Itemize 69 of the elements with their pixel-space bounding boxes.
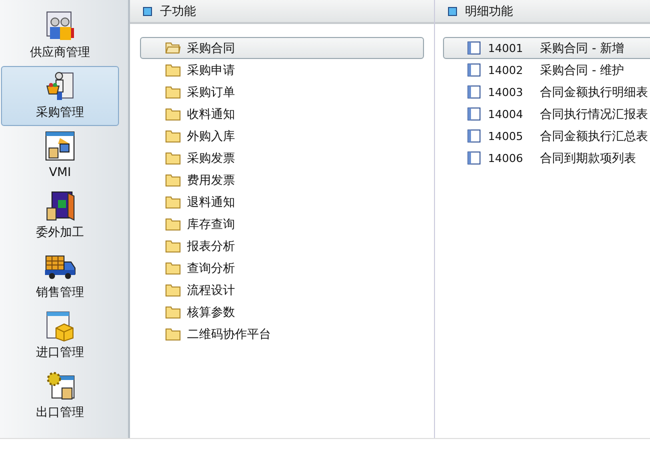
function-name: 合同执行情况汇报表 <box>540 106 648 122</box>
document-icon <box>466 107 482 121</box>
gear-icon <box>44 370 76 402</box>
folder-item[interactable]: 二维码协作平台 <box>140 323 424 345</box>
function-item[interactable]: 14002 采购合同 - 维护 <box>443 59 650 81</box>
function-name: 采购合同 - 新增 <box>540 40 624 56</box>
house-icon <box>44 130 76 162</box>
folder-icon <box>165 283 181 297</box>
function-item[interactable]: 14001 采购合同 - 新增 <box>443 37 650 59</box>
folder-item[interactable]: 库存查询 <box>140 213 424 235</box>
function-item[interactable]: 14004 合同执行情况汇报表 <box>443 103 650 125</box>
folder-icon <box>165 217 181 231</box>
folder-item[interactable]: 采购申请 <box>140 59 424 81</box>
document-icon <box>466 63 482 77</box>
sidebar-item[interactable]: VMI <box>1 126 119 186</box>
document-icon <box>466 41 482 55</box>
sidebar-item[interactable]: 供应商管理 <box>1 6 119 66</box>
folder-icon <box>165 261 181 275</box>
folder-icon <box>165 195 181 209</box>
shopper-icon <box>44 70 76 102</box>
function-name: 采购合同 - 维护 <box>540 62 624 78</box>
door-icon <box>44 190 76 222</box>
function-item[interactable]: 14005 合同金额执行汇总表 <box>443 125 650 147</box>
open-folder-icon <box>165 41 181 55</box>
people-icon <box>44 10 76 42</box>
sidebar-item[interactable]: 销售管理 <box>1 246 119 306</box>
folder-item[interactable]: 报表分析 <box>140 235 424 257</box>
folder-item[interactable]: 费用发票 <box>140 169 424 191</box>
function-name: 合同金额执行明细表 <box>540 84 648 100</box>
document-icon <box>466 129 482 143</box>
function-code: 14005 <box>488 130 524 142</box>
folder-item[interactable]: 采购合同 <box>140 37 424 59</box>
folder-icon <box>165 173 181 187</box>
function-item[interactable]: 14006 合同到期款项列表 <box>443 147 650 169</box>
folder-icon <box>165 107 181 121</box>
folder-icon <box>165 63 181 77</box>
sidebar-item[interactable]: 进口管理 <box>1 306 119 366</box>
panel-title: 子功能 <box>160 2 196 20</box>
folder-icon <box>165 129 181 143</box>
document-icon <box>466 85 482 99</box>
function-code: 14002 <box>488 64 524 76</box>
folder-item[interactable]: 流程设计 <box>140 279 424 301</box>
folder-item[interactable]: 外购入库 <box>140 125 424 147</box>
square-icon <box>448 6 457 16</box>
folder-item[interactable]: 采购发票 <box>140 147 424 169</box>
square-icon <box>143 6 152 16</box>
folder-item[interactable]: 查询分析 <box>140 257 424 279</box>
folder-icon <box>165 85 181 99</box>
function-name: 合同到期款项列表 <box>540 150 636 166</box>
folder-item[interactable]: 核算参数 <box>140 301 424 323</box>
function-code: 14001 <box>488 42 524 54</box>
folder-icon <box>165 151 181 165</box>
document-icon <box>466 151 482 165</box>
folder-icon <box>165 239 181 253</box>
folder-icon <box>165 305 181 319</box>
folder-item[interactable]: 退料通知 <box>140 191 424 213</box>
sidebar-item[interactable]: 采购管理 <box>1 66 119 126</box>
function-code: 14006 <box>488 152 524 164</box>
function-name: 合同金额执行汇总表 <box>540 128 648 144</box>
panel-title: 明细功能 <box>465 2 513 20</box>
function-code: 14003 <box>488 86 524 98</box>
function-code: 14004 <box>488 108 524 120</box>
folder-icon <box>165 327 181 341</box>
folder-item[interactable]: 采购订单 <box>140 81 424 103</box>
sidebar-item[interactable]: 委外加工 <box>1 186 119 246</box>
folder-item[interactable]: 收料通知 <box>140 103 424 125</box>
sidebar-item[interactable]: 出口管理 <box>1 366 119 426</box>
window-cube-icon <box>44 310 76 342</box>
function-item[interactable]: 14003 合同金额执行明细表 <box>443 81 650 103</box>
